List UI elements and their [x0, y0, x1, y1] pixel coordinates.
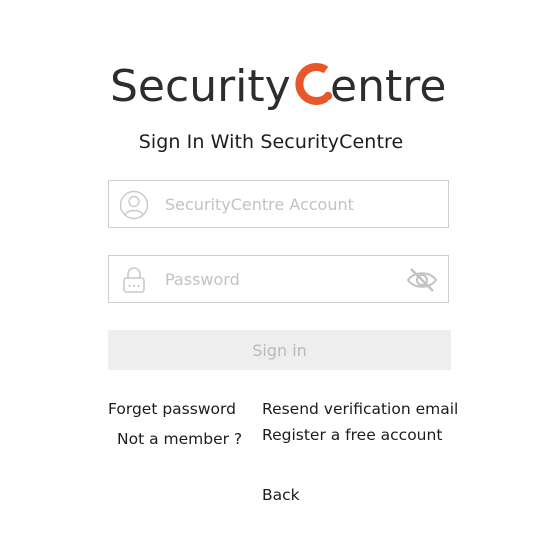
resend-verification-link[interactable]: Resend verification email — [262, 400, 458, 418]
password-input[interactable] — [165, 256, 395, 302]
sign-in-button[interactable]: Sign in — [108, 330, 451, 370]
not-a-member-label: Not a member ? — [117, 430, 243, 448]
securitycentre-logo: Security entre — [110, 61, 446, 112]
logo-text-security: Security — [110, 61, 291, 112]
forget-password-link[interactable]: Forget password — [108, 400, 236, 418]
page-title: Sign In With SecurityCentre — [138, 131, 404, 153]
lock-icon — [123, 267, 145, 293]
logo-c-mark — [295, 63, 333, 105]
account-input[interactable] — [165, 181, 395, 227]
account-field[interactable] — [108, 180, 449, 228]
login-page: Security entre Sign In With SecurityCent… — [0, 0, 560, 560]
eye-off-icon[interactable] — [406, 265, 438, 295]
password-field[interactable] — [108, 255, 449, 303]
user-icon — [119, 190, 149, 220]
logo-text-entre: entre — [330, 61, 446, 112]
back-link[interactable]: Back — [262, 486, 300, 504]
logo-wordmark: Security entre — [110, 61, 446, 112]
register-link[interactable]: Register a free account — [262, 426, 442, 444]
